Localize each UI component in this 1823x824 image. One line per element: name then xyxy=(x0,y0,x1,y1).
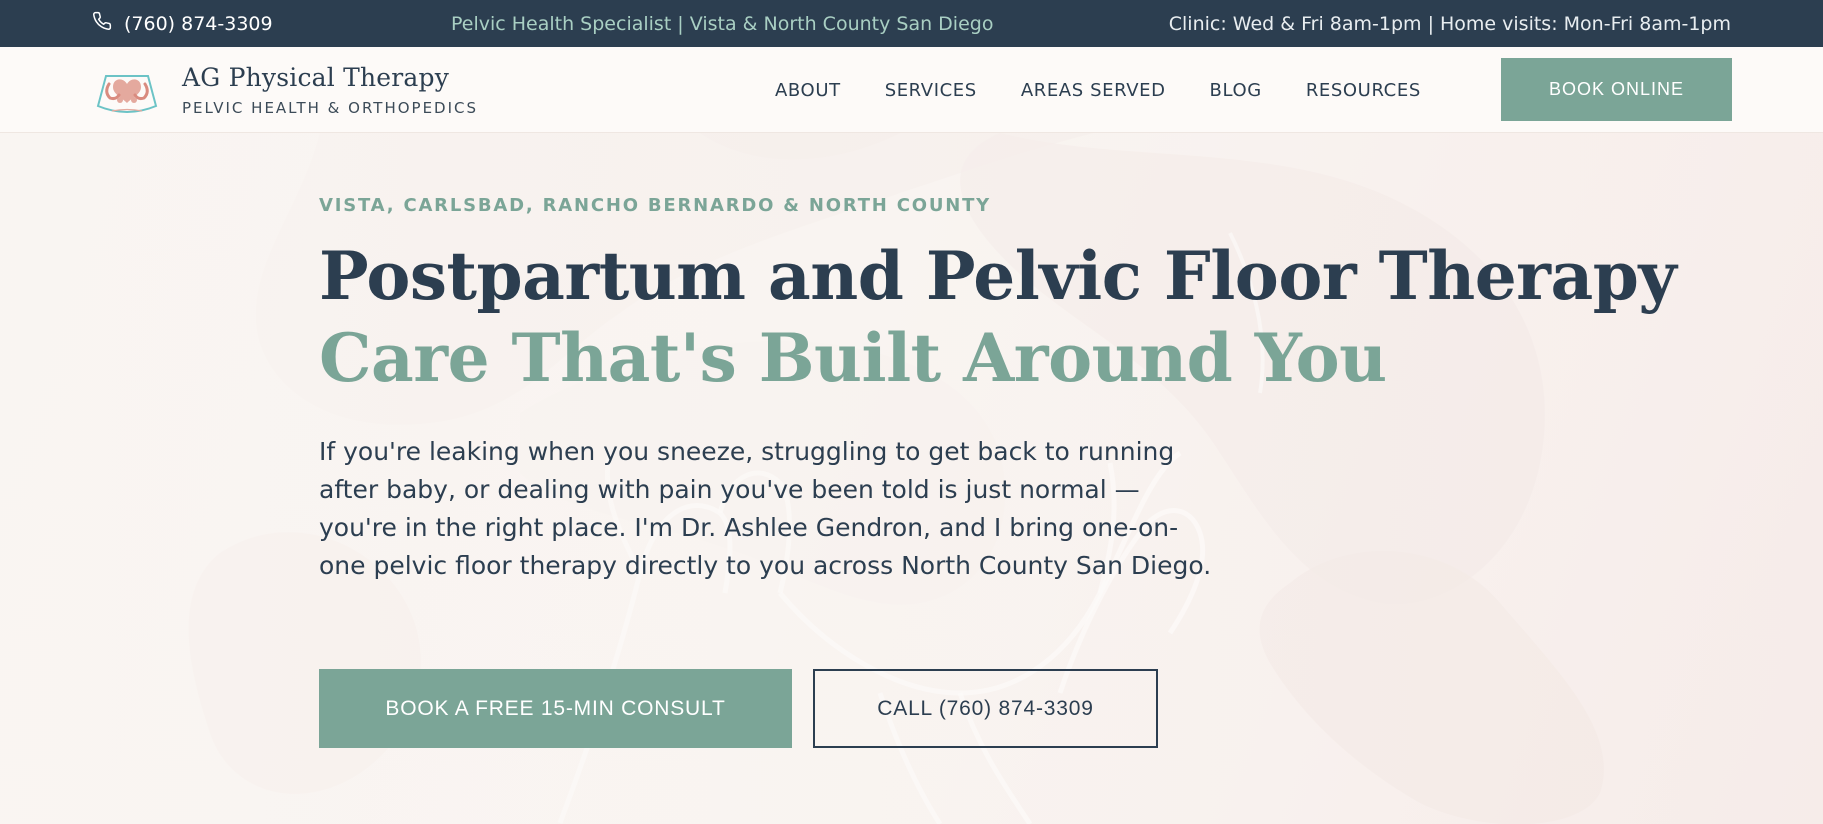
hero-headline: Postpartum and Pelvic Floor Therapy Care… xyxy=(319,235,1677,399)
top-hours: Clinic: Wed & Fri 8am-1pm | Home visits:… xyxy=(1168,12,1731,35)
hero-lead-paragraph: If you're leaking when you sneeze, strug… xyxy=(319,437,1212,580)
call-button[interactable]: CALL (760) 874-3309 xyxy=(813,669,1158,748)
top-phone-number: (760) 874-3309 xyxy=(124,12,273,35)
book-online-button[interactable]: BOOK ONLINE xyxy=(1501,58,1732,121)
phone-icon xyxy=(92,11,112,36)
brand-name[interactable]: AG Physical Therapy xyxy=(182,63,449,92)
hero-section: VISTA, CARLSBAD, RANCHO BERNARDO & NORTH… xyxy=(0,133,1823,824)
main-nav: ABOUT SERVICES AREAS SERVED BLOG RESOURC… xyxy=(775,47,1421,133)
free-consult-button[interactable]: BOOK A FREE 15-MIN CONSULT xyxy=(319,669,792,748)
nav-resources[interactable]: RESOURCES xyxy=(1306,80,1421,101)
top-phone-link[interactable]: (760) 874-3309 xyxy=(92,0,273,47)
hero-headline-line2: Care That's Built Around You xyxy=(319,319,1387,397)
hero-headline-line1: Postpartum and Pelvic Floor Therapy xyxy=(319,237,1677,315)
brand-tagline: PELVIC HEALTH & ORTHOPEDICS xyxy=(182,99,479,117)
nav-areas-served[interactable]: AREAS SERVED xyxy=(1021,80,1166,101)
nav-services[interactable]: SERVICES xyxy=(885,80,977,101)
pelvis-heart-logo-icon xyxy=(96,62,158,120)
hero-eyebrow: VISTA, CARLSBAD, RANCHO BERNARDO & NORTH… xyxy=(319,195,992,216)
nav-blog[interactable]: BLOG xyxy=(1210,80,1262,101)
top-tagline: Pelvic Health Specialist | Vista & North… xyxy=(451,12,994,35)
top-bar: (760) 874-3309 Pelvic Health Specialist … xyxy=(0,0,1823,47)
site-header: AG Physical Therapy PELVIC HEALTH & ORTH… xyxy=(0,47,1823,133)
nav-about[interactable]: ABOUT xyxy=(775,80,841,101)
